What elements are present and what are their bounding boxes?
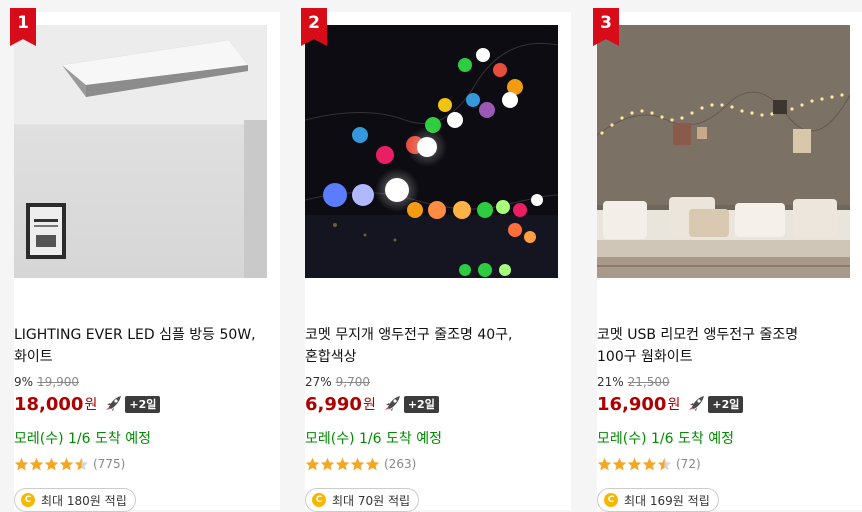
product-title[interactable]: LIGHTING EVER LED 심플 방등 50W, 화이트	[14, 324, 276, 368]
product-title-line: 화이트	[14, 349, 53, 365]
price-row: 16,900 원 +2일	[597, 392, 744, 416]
star-icon	[305, 457, 320, 470]
currency: 원	[84, 397, 98, 413]
product-title-line: 코멧 USB 리모컨 앵두전구 줄조명	[597, 327, 799, 343]
original-price: 21,500	[627, 375, 670, 389]
star-icon	[320, 457, 335, 470]
points-text: 최대 70원 적립	[332, 493, 411, 508]
currency: 원	[362, 397, 376, 413]
sale-price: 18,000	[14, 393, 84, 415]
star-icon	[627, 457, 642, 470]
points-badge: C 최대 180원 적립	[14, 488, 136, 512]
star-icon	[642, 457, 657, 470]
delivery-badge: +2일	[708, 395, 744, 413]
coin-icon: C	[604, 493, 618, 507]
points-badge: C 최대 70원 적립	[305, 488, 420, 512]
star-icon	[597, 457, 612, 470]
star-icon	[14, 457, 29, 470]
rocket-delivery-icon	[384, 396, 400, 411]
star-icon	[29, 457, 44, 470]
discount-row: 21% 21,500	[597, 375, 670, 389]
original-price: 9,700	[335, 375, 371, 389]
delivery-badge: +2일	[403, 395, 439, 413]
star-icon	[365, 457, 380, 470]
rocket-delivery-icon	[106, 396, 122, 411]
rating-row: (775)	[14, 455, 125, 473]
product-card[interactable]: 3 코멧 USB 리모컨 앵두전구 줄조명 100구 웜화이트 21% 21,5…	[593, 8, 862, 512]
sale-price: 16,900	[597, 393, 667, 415]
product-card[interactable]: 1 LIGHTING EVER LED 심플 방등 50W, 화이트 9% 19…	[10, 8, 280, 512]
rating-row: (72)	[597, 455, 701, 473]
product-image[interactable]	[14, 25, 267, 278]
product-title-line: LIGHTING EVER LED 심플 방등 50W,	[14, 327, 256, 343]
star-icon	[335, 457, 350, 470]
delivery-date: 모레(수) 1/6 도착 예정	[305, 431, 442, 447]
discount-row: 27% 9,700	[305, 375, 370, 389]
delivery-date: 모레(수) 1/6 도착 예정	[14, 431, 151, 447]
product-image[interactable]	[597, 25, 850, 278]
bedroom-lights-photo	[597, 25, 850, 278]
points-text: 최대 180원 적립	[41, 493, 127, 508]
string-lights-photo	[305, 25, 558, 278]
star-icon	[350, 457, 365, 470]
delivery-badge: +2일	[125, 395, 161, 413]
sale-price: 6,990	[305, 393, 362, 415]
original-price: 19,900	[37, 375, 80, 389]
product-title-line: 혼합색상	[305, 349, 357, 365]
price-row: 6,990 원 +2일	[305, 392, 439, 416]
discount-row: 9% 19,900	[14, 375, 79, 389]
star-rating	[305, 457, 380, 472]
product-title-line: 코멧 무지개 앵두전구 줄조명 40구,	[305, 327, 513, 343]
star-rating	[14, 457, 89, 472]
currency: 원	[667, 397, 681, 413]
review-count: (263)	[384, 457, 417, 471]
rocket-delivery-icon	[689, 396, 705, 411]
star-icon	[657, 457, 672, 470]
product-title[interactable]: 코멧 USB 리모컨 앵두전구 줄조명 100구 웜화이트	[597, 324, 859, 368]
points-text: 최대 169원 적립	[624, 493, 710, 508]
star-icon	[612, 457, 627, 470]
discount-rate: 9%	[14, 375, 34, 389]
delivery-date: 모레(수) 1/6 도착 예정	[597, 431, 734, 447]
coin-icon: C	[21, 493, 35, 507]
price-row: 18,000 원 +2일	[14, 392, 161, 416]
star-icon	[74, 457, 89, 470]
points-badge: C 최대 169원 적립	[597, 488, 719, 512]
product-title[interactable]: 코멧 무지개 앵두전구 줄조명 40구, 혼합색상	[305, 324, 567, 368]
product-image[interactable]	[305, 25, 558, 278]
discount-rate: 21%	[597, 375, 624, 389]
coin-icon: C	[312, 493, 326, 507]
star-rating	[597, 457, 672, 472]
discount-rate: 27%	[305, 375, 332, 389]
rating-row: (263)	[305, 455, 416, 473]
star-icon	[59, 457, 74, 470]
product-card[interactable]: 2 코멧 무지개 앵두전구 줄조명 40구, 혼합색상 27% 9,700 6,…	[301, 8, 571, 512]
review-count: (775)	[93, 457, 126, 471]
review-count: (72)	[676, 457, 701, 471]
star-icon	[44, 457, 59, 470]
product-title-line: 100구 웜화이트	[597, 349, 693, 365]
ceiling-light-photo	[14, 25, 267, 278]
